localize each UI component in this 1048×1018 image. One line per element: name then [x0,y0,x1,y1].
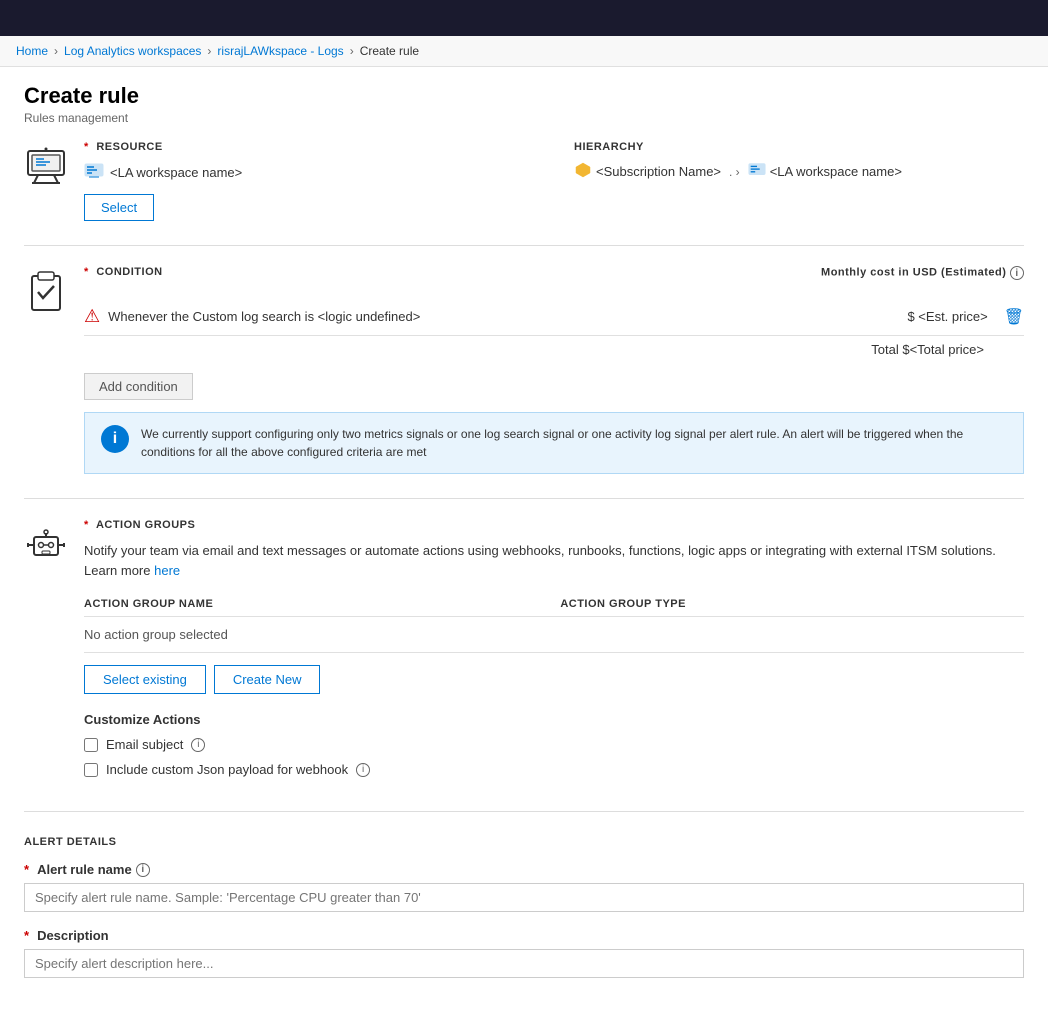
main-content: * RESOURCE [0,133,1048,1018]
subscription-icon [574,161,592,182]
condition-section: * CONDITION Monthly cost in USD (Estimat… [24,266,1024,474]
breadcrumb-current: Create rule [360,44,419,58]
page-header: Create rule Rules management [0,67,1048,133]
alert-details-label: ALERT DETAILS [24,836,1024,848]
email-subject-label: Email subject [106,737,183,752]
hierarchy-subscription: <Subscription Name> [574,161,721,182]
resource-condition-divider [24,245,1024,246]
description-required-star: * [24,928,29,943]
total-row: Total $<Total price> [84,336,1024,363]
action-groups-body: * ACTION GROUPS Notify your team via ema… [84,519,1024,787]
alert-rule-required-star: * [24,862,29,877]
breadcrumb-sep-1: › [54,44,58,58]
customize-actions-title: Customize Actions [84,712,1024,727]
info-text: We currently support configuring only tw… [141,425,1007,461]
ag-table-header-row: ACTION GROUP NAME ACTION GROUP TYPE [84,592,1024,617]
page-subtitle: Rules management [24,111,1024,125]
workspace-name: <LA workspace name> [110,165,242,180]
webhook-row: Include custom Json payload for webhook … [84,762,1024,777]
breadcrumb-home[interactable]: Home [16,44,48,58]
condition-label: * CONDITION [84,266,163,278]
hierarchy-workspace: <LA workspace name> [748,161,902,182]
breadcrumb-sep-3: › [350,44,354,58]
condition-action-divider [24,498,1024,499]
ag-col-name: ACTION GROUP NAME [84,592,560,617]
alert-rule-name-tooltip: i [136,863,150,877]
subscription-name: <Subscription Name> [596,164,721,179]
ag-col-type: ACTION GROUP TYPE [560,592,1024,617]
total-price: Total $<Total price> [871,342,984,357]
create-new-button[interactable]: Create New [214,665,321,694]
monthly-cost-tooltip-icon: i [1010,266,1024,280]
action-groups-required-star: * [84,519,89,531]
condition-body: * CONDITION Monthly cost in USD (Estimat… [84,266,1024,474]
resource-body: * RESOURCE [84,141,1024,221]
resource-icon [24,141,84,192]
resource-value: <LA workspace name> [84,161,534,184]
breadcrumb-workspace-logs[interactable]: risrajLAWkspace - Logs [217,44,343,58]
monthly-cost-label: Monthly cost in USD (Estimated) i [821,266,1024,288]
alert-description-input[interactable] [24,949,1024,978]
alert-rule-name-input[interactable] [24,883,1024,912]
hierarchy-workspace-icon [748,161,766,182]
condition-required-star: * [84,266,89,278]
action-groups-icon [24,519,84,570]
email-subject-tooltip: i [191,738,205,752]
alert-rule-name-field: * Alert rule name i [24,862,1024,912]
hierarchy-path: <Subscription Name> . › [574,161,1024,182]
condition-right: $ <Est. price> 🗑 [907,307,1024,327]
condition-icon [24,266,84,317]
action-groups-svg-icon [24,523,68,567]
alert-description-field: * Description [24,928,1024,978]
resource-row: * RESOURCE [84,141,1024,221]
hierarchy-col: HIERARCHY <Subscription Name> . › [574,141,1024,182]
info-box: i We currently support configuring only … [84,412,1024,474]
condition-item: ⚠ Whenever the Custom log search is <log… [84,298,1024,336]
email-subject-row: Email subject i [84,737,1024,752]
webhook-checkbox[interactable] [84,763,98,777]
webhook-label: Include custom Json payload for webhook [106,762,348,777]
breadcrumb: Home › Log Analytics workspaces › risraj… [0,36,1048,67]
learn-more-link[interactable]: here [154,563,180,578]
action-groups-label: * ACTION GROUPS [84,519,1024,531]
condition-error-icon: ⚠ [84,306,100,327]
action-groups-description: Notify your team via email and text mess… [84,541,1024,580]
ag-empty-row: No action group selected [84,617,1024,653]
top-nav-bar [0,0,1048,36]
delete-condition-icon[interactable]: 🗑 [1004,307,1024,327]
select-resource-button[interactable]: Select [84,194,154,221]
hierarchy-label: HIERARCHY [574,141,1024,153]
hierarchy-sep: . › [729,165,740,179]
resource-section: * RESOURCE [24,141,1024,221]
breadcrumb-sep-2: › [207,44,211,58]
resource-label: * RESOURCE [84,141,534,153]
condition-svg-icon [24,270,68,314]
info-icon: i [101,425,129,453]
hierarchy-workspace-name: <LA workspace name> [770,164,902,179]
condition-left: ⚠ Whenever the Custom log search is <log… [84,306,420,327]
condition-text: Whenever the Custom log search is <logic… [108,309,420,324]
alert-rule-name-label: * Alert rule name i [24,862,1024,877]
resource-svg-icon [24,145,68,189]
resource-col: * RESOURCE [84,141,534,221]
ag-no-group-text: No action group selected [84,617,1024,653]
la-workspace-icon [84,161,104,184]
action-groups-buttons: Select existing Create New [84,665,1024,694]
resource-required-star: * [84,141,89,153]
condition-header: * CONDITION Monthly cost in USD (Estimat… [84,266,1024,288]
alert-description-label: * Description [24,928,1024,943]
email-subject-checkbox[interactable] [84,738,98,752]
action-groups-table: ACTION GROUP NAME ACTION GROUP TYPE No a… [84,592,1024,653]
action-groups-section: * ACTION GROUPS Notify your team via ema… [24,519,1024,787]
page-title: Create rule [24,83,1024,109]
breadcrumb-log-analytics[interactable]: Log Analytics workspaces [64,44,201,58]
alert-details-section: ALERT DETAILS * Alert rule name i * Desc… [24,836,1024,978]
est-price: $ <Est. price> [907,309,987,324]
select-existing-button[interactable]: Select existing [84,665,206,694]
add-condition-button[interactable]: Add condition [84,373,193,400]
webhook-tooltip: i [356,763,370,777]
action-alert-divider [24,811,1024,812]
